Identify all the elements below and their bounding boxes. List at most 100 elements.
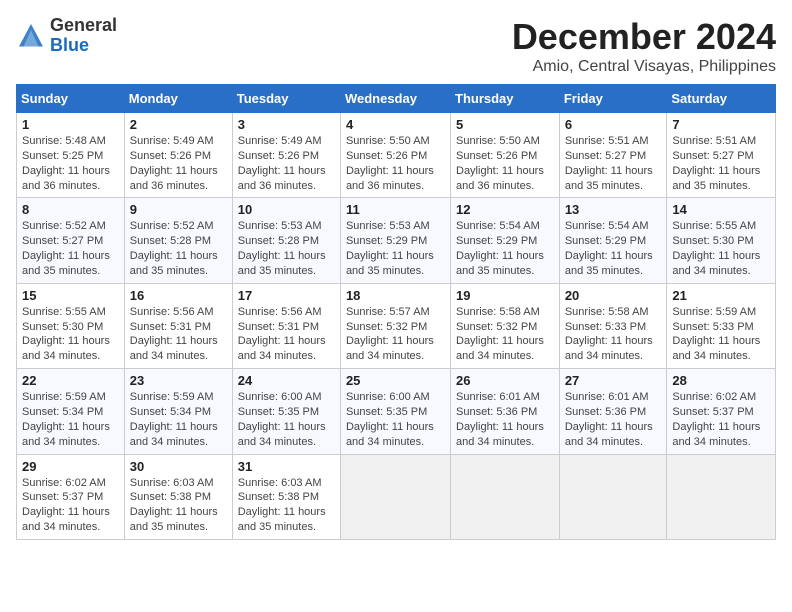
day-cell-26: 26 Sunrise: 6:01 AM Sunset: 5:36 PM Dayli…	[451, 369, 560, 454]
day-number: 25	[346, 373, 445, 388]
weekday-header-wednesday: Wednesday	[340, 85, 450, 113]
day-number: 13	[565, 202, 662, 217]
day-number: 9	[130, 202, 227, 217]
day-number: 4	[346, 117, 445, 132]
empty-cell	[559, 454, 667, 539]
day-number: 10	[238, 202, 335, 217]
day-cell-16: 16Sunrise: 5:56 AM Sunset: 5:31 PM Dayli…	[124, 283, 232, 368]
day-number: 2	[130, 117, 227, 132]
day-cell-28: 28 Sunrise: 6:02 AM Sunset: 5:37 PM Dayli…	[667, 369, 776, 454]
week-row-2: 8 Sunrise: 5:52 AM Sunset: 5:27 PM Daylig…	[17, 198, 776, 283]
day-number: 1	[22, 117, 119, 132]
page-header: General Blue December 2024 Amio, Central…	[16, 16, 776, 76]
day-info: Sunrise: 6:00 AM Sunset: 5:35 PM Dayligh…	[346, 390, 445, 449]
day-info: Sunrise: 5:58 AM Sunset: 5:33 PM Dayligh…	[565, 305, 662, 364]
weekday-header-monday: Monday	[124, 85, 232, 113]
day-info: Sunrise: 5:59 AM Sunset: 5:34 PM Dayligh…	[22, 390, 119, 449]
day-info: Sunrise: 5:55 AM Sunset: 5:30 PM Dayligh…	[22, 305, 119, 364]
day-cell-13: 13 Sunrise: 5:54 AM Sunset: 5:29 PM Dayli…	[559, 198, 667, 283]
day-number: 29	[22, 459, 119, 474]
day-number: 18	[346, 288, 445, 303]
day-cell-30: 30 Sunrise: 6:03 AM Sunset: 5:38 PM Dayli…	[124, 454, 232, 539]
logo-icon	[16, 21, 46, 51]
weekday-header-sunday: Sunday	[17, 85, 125, 113]
day-cell-18: 18 Sunrise: 5:57 AM Sunset: 5:32 PM Dayli…	[340, 283, 450, 368]
day-number: 5	[456, 117, 554, 132]
weekday-header-tuesday: Tuesday	[232, 85, 340, 113]
day-cell-1: 1Sunrise: 5:48 AM Sunset: 5:25 PM Daylig…	[17, 113, 125, 198]
day-info: Sunrise: 6:00 AM Sunset: 5:35 PM Dayligh…	[238, 390, 335, 449]
day-cell-29: 29 Sunrise: 6:02 AM Sunset: 5:37 PM Dayli…	[17, 454, 125, 539]
day-info: Sunrise: 6:02 AM Sunset: 5:37 PM Dayligh…	[22, 476, 119, 535]
day-number: 28	[672, 373, 770, 388]
day-number: 30	[130, 459, 227, 474]
day-number: 27	[565, 373, 662, 388]
day-info: Sunrise: 6:03 AM Sunset: 5:38 PM Dayligh…	[130, 476, 227, 535]
day-info: Sunrise: 6:03 AM Sunset: 5:38 PM Dayligh…	[238, 476, 335, 535]
weekday-header-friday: Friday	[559, 85, 667, 113]
day-cell-5: 5 Sunrise: 5:50 AM Sunset: 5:26 PM Daylig…	[451, 113, 560, 198]
day-cell-19: 19 Sunrise: 5:58 AM Sunset: 5:32 PM Dayli…	[451, 283, 560, 368]
day-info: Sunrise: 5:51 AM Sunset: 5:27 PM Dayligh…	[672, 134, 770, 193]
week-row-4: 22 Sunrise: 5:59 AM Sunset: 5:34 PM Dayli…	[17, 369, 776, 454]
day-info: Sunrise: 5:50 AM Sunset: 5:26 PM Dayligh…	[456, 134, 554, 193]
month-title: December 2024	[512, 16, 776, 58]
day-info: Sunrise: 5:53 AM Sunset: 5:28 PM Dayligh…	[238, 219, 335, 278]
day-cell-21: 21 Sunrise: 5:59 AM Sunset: 5:33 PM Dayli…	[667, 283, 776, 368]
logo-blue: Blue	[50, 36, 117, 56]
empty-cell	[451, 454, 560, 539]
day-info: Sunrise: 5:59 AM Sunset: 5:33 PM Dayligh…	[672, 305, 770, 364]
day-number: 7	[672, 117, 770, 132]
day-number: 15	[22, 288, 119, 303]
day-info: Sunrise: 5:58 AM Sunset: 5:32 PM Dayligh…	[456, 305, 554, 364]
weekday-header-saturday: Saturday	[667, 85, 776, 113]
day-info: Sunrise: 5:56 AM Sunset: 5:31 PM Dayligh…	[238, 305, 335, 364]
empty-cell	[340, 454, 450, 539]
day-number: 6	[565, 117, 662, 132]
day-info: Sunrise: 5:54 AM Sunset: 5:29 PM Dayligh…	[565, 219, 662, 278]
day-number: 23	[130, 373, 227, 388]
day-info: Sunrise: 6:02 AM Sunset: 5:37 PM Dayligh…	[672, 390, 770, 449]
empty-cell	[667, 454, 776, 539]
weekday-header-thursday: Thursday	[451, 85, 560, 113]
day-cell-4: 4 Sunrise: 5:50 AM Sunset: 5:26 PM Daylig…	[340, 113, 450, 198]
day-cell-17: 17Sunrise: 5:56 AM Sunset: 5:31 PM Dayli…	[232, 283, 340, 368]
week-row-3: 15 Sunrise: 5:55 AM Sunset: 5:30 PM Dayli…	[17, 283, 776, 368]
day-info: Sunrise: 5:57 AM Sunset: 5:32 PM Dayligh…	[346, 305, 445, 364]
day-cell-11: 11 Sunrise: 5:53 AM Sunset: 5:29 PM Dayli…	[340, 198, 450, 283]
day-cell-8: 8 Sunrise: 5:52 AM Sunset: 5:27 PM Daylig…	[17, 198, 125, 283]
day-info: Sunrise: 6:01 AM Sunset: 5:36 PM Dayligh…	[456, 390, 554, 449]
day-number: 26	[456, 373, 554, 388]
location-title: Amio, Central Visayas, Philippines	[512, 58, 776, 76]
day-cell-7: 7 Sunrise: 5:51 AM Sunset: 5:27 PM Daylig…	[667, 113, 776, 198]
day-info: Sunrise: 5:49 AM Sunset: 5:26 PM Dayligh…	[238, 134, 335, 193]
day-cell-9: 9 Sunrise: 5:52 AM Sunset: 5:28 PM Daylig…	[124, 198, 232, 283]
day-cell-6: 6 Sunrise: 5:51 AM Sunset: 5:27 PM Daylig…	[559, 113, 667, 198]
logo-general: General	[50, 16, 117, 36]
day-number: 21	[672, 288, 770, 303]
day-number: 19	[456, 288, 554, 303]
day-cell-20: 20Sunrise: 5:58 AM Sunset: 5:33 PM Dayli…	[559, 283, 667, 368]
day-cell-25: 25 Sunrise: 6:00 AM Sunset: 5:35 PM Dayli…	[340, 369, 450, 454]
day-info: Sunrise: 5:49 AM Sunset: 5:26 PM Dayligh…	[130, 134, 227, 193]
day-info: Sunrise: 5:50 AM Sunset: 5:26 PM Dayligh…	[346, 134, 445, 193]
day-cell-15: 15 Sunrise: 5:55 AM Sunset: 5:30 PM Dayli…	[17, 283, 125, 368]
day-info: Sunrise: 5:59 AM Sunset: 5:34 PM Dayligh…	[130, 390, 227, 449]
day-number: 11	[346, 202, 445, 217]
day-number: 8	[22, 202, 119, 217]
title-area: December 2024 Amio, Central Visayas, Phi…	[512, 16, 776, 76]
day-number: 22	[22, 373, 119, 388]
day-cell-10: 10 Sunrise: 5:53 AM Sunset: 5:28 PM Dayli…	[232, 198, 340, 283]
logo: General Blue	[16, 16, 117, 56]
day-number: 24	[238, 373, 335, 388]
day-info: Sunrise: 5:52 AM Sunset: 5:28 PM Dayligh…	[130, 219, 227, 278]
day-info: Sunrise: 6:01 AM Sunset: 5:36 PM Dayligh…	[565, 390, 662, 449]
logo-text: General Blue	[50, 16, 117, 56]
day-info: Sunrise: 5:56 AM Sunset: 5:31 PM Dayligh…	[130, 305, 227, 364]
day-number: 3	[238, 117, 335, 132]
day-number: 14	[672, 202, 770, 217]
day-info: Sunrise: 5:53 AM Sunset: 5:29 PM Dayligh…	[346, 219, 445, 278]
weekday-header-row: SundayMondayTuesdayWednesdayThursdayFrid…	[17, 85, 776, 113]
day-info: Sunrise: 5:51 AM Sunset: 5:27 PM Dayligh…	[565, 134, 662, 193]
day-info: Sunrise: 5:52 AM Sunset: 5:27 PM Dayligh…	[22, 219, 119, 278]
